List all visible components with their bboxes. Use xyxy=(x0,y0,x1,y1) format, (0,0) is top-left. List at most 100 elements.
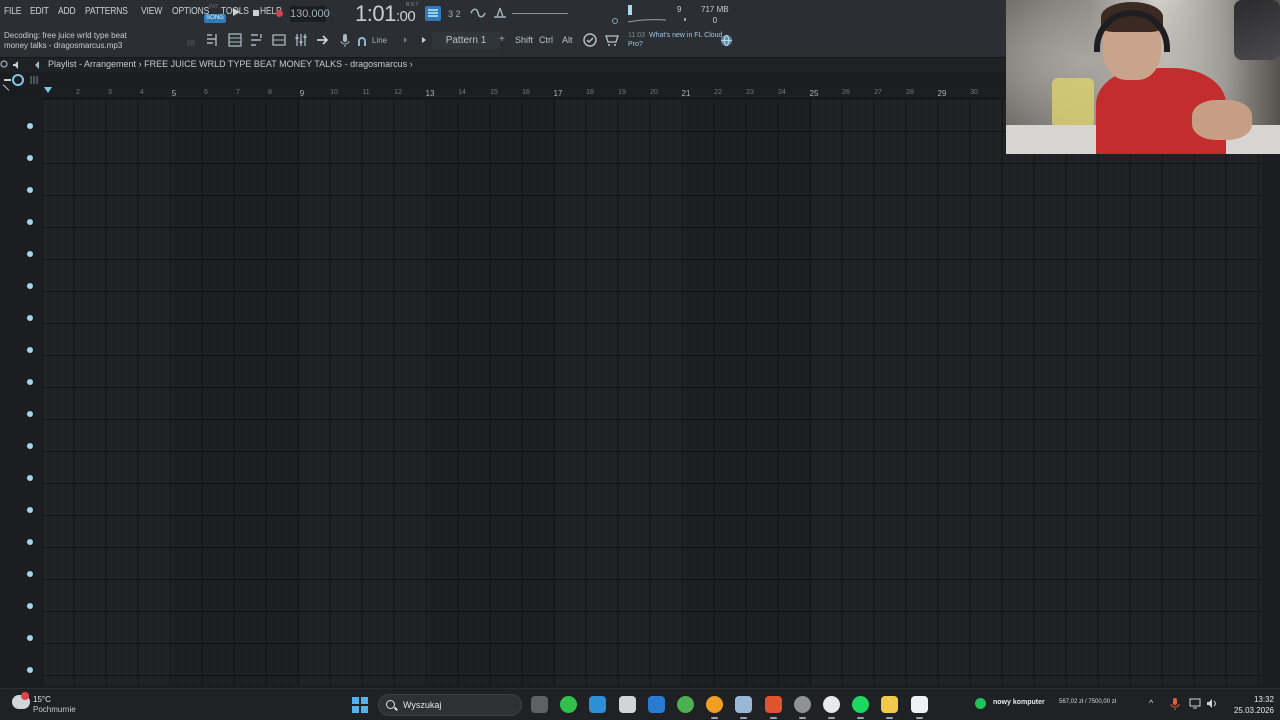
weather-temperature[interactable]: 15°C xyxy=(33,695,51,704)
snap-chevron-icon[interactable] xyxy=(404,37,407,43)
loop-record-icon[interactable] xyxy=(469,5,487,22)
ruler-tick-label: 24 xyxy=(778,89,786,96)
track-mute-indicator[interactable] xyxy=(27,315,33,321)
hint-bar: Decoding: free juice wrld type beat mone… xyxy=(4,31,154,51)
channel-rack-icon[interactable] xyxy=(249,32,265,48)
master-pan-knob[interactable] xyxy=(612,18,618,24)
track-header-column xyxy=(0,100,42,685)
cpu-value: 9 xyxy=(677,5,682,14)
explorer-icon[interactable] xyxy=(881,696,899,719)
status-label[interactable]: nowy komputer xyxy=(993,699,1045,706)
ruler-tick-label: 16 xyxy=(522,89,530,96)
messenger-icon[interactable] xyxy=(560,696,578,713)
track-mute-indicator[interactable] xyxy=(27,475,33,481)
brave-icon[interactable] xyxy=(764,696,782,719)
track-mute-indicator[interactable] xyxy=(27,251,33,257)
taskbar-search[interactable]: Wyszukaj xyxy=(378,694,522,716)
magnet-icon[interactable] xyxy=(356,36,368,48)
tray-chevron-icon[interactable]: ^ xyxy=(1149,698,1153,708)
options-arrow-icon[interactable] xyxy=(33,60,43,70)
store-icon[interactable] xyxy=(647,696,665,713)
speaker-icon[interactable] xyxy=(12,60,22,70)
menu-patterns[interactable]: PATTERNS xyxy=(85,6,128,17)
track-mute-indicator[interactable] xyxy=(27,603,33,609)
metronome-icon[interactable] xyxy=(491,5,509,22)
fl-cloud-icon[interactable] xyxy=(582,32,598,48)
ruler-tick-label: 11 xyxy=(362,89,370,96)
record-icon[interactable] xyxy=(276,10,283,17)
pattern-picker-icon[interactable] xyxy=(30,76,40,84)
ruler-tick-label: 27 xyxy=(874,89,882,96)
snap-value[interactable]: Line xyxy=(372,36,387,45)
github-icon[interactable] xyxy=(823,696,840,719)
mixer-icon[interactable] xyxy=(271,32,287,48)
track-mute-indicator[interactable] xyxy=(27,443,33,449)
spotify-icon[interactable] xyxy=(852,696,870,719)
shift-button[interactable]: Shift xyxy=(515,35,533,45)
menu-view[interactable]: VIEW xyxy=(141,6,162,17)
piano-roll-icon[interactable] xyxy=(227,32,243,48)
ruler-tick-label: 2 xyxy=(76,89,80,96)
stop-icon[interactable] xyxy=(253,10,259,16)
menu-add[interactable]: ADD xyxy=(58,6,76,17)
webcam-jar xyxy=(1052,78,1094,128)
timeline-ruler[interactable]: 2 3 4 5 6 7 8 9 10 11 12 13 14 15 16 17 18 19 20 21 22 23 24 25… xyxy=(42,88,1005,99)
zoom-icon[interactable] xyxy=(0,60,9,69)
vertical-scrollbar[interactable] xyxy=(1262,100,1280,685)
playlist-window-icon[interactable] xyxy=(205,32,221,48)
taskbar-clock[interactable]: 13:32 25.03.2026 xyxy=(1226,694,1274,716)
track-mute-indicator[interactable] xyxy=(27,667,33,673)
weather-description[interactable]: Pochmurnie xyxy=(33,705,76,714)
add-pattern-button[interactable]: + xyxy=(499,34,505,45)
tray-volume-icon[interactable] xyxy=(1206,698,1218,709)
track-mute-indicator[interactable] xyxy=(27,155,33,161)
track-mute-indicator[interactable] xyxy=(27,347,33,353)
menu-file[interactable]: FILE xyxy=(4,6,21,17)
news-panel[interactable]: 11:03 What's new in FL Cloud Pro? xyxy=(628,31,728,49)
budget-widget[interactable]: 567,02 zł / 7500,00 zł xyxy=(1059,699,1116,705)
playback-cursor-icon[interactable] xyxy=(4,73,24,87)
task-view-icon[interactable] xyxy=(531,696,548,713)
track-mute-indicator[interactable] xyxy=(27,411,33,417)
track-mute-indicator[interactable] xyxy=(27,123,33,129)
fl-studio-icon[interactable] xyxy=(706,696,724,719)
pattern-prev-icon[interactable] xyxy=(422,37,426,43)
tempo-display[interactable]: 130.000 xyxy=(290,6,330,22)
tray-display-icon[interactable] xyxy=(1189,698,1201,709)
playhead-marker[interactable] xyxy=(44,87,52,93)
windows-start-icon[interactable] xyxy=(352,697,368,713)
step-edit-icon[interactable] xyxy=(424,5,442,22)
status-indicator-icon[interactable] xyxy=(975,698,986,709)
alt-button[interactable]: Alt xyxy=(562,35,573,45)
track-mute-indicator[interactable] xyxy=(27,635,33,641)
steam-icon[interactable] xyxy=(735,696,753,719)
microphone-icon[interactable] xyxy=(337,32,353,48)
track-mute-indicator[interactable] xyxy=(27,187,33,193)
cart-icon[interactable] xyxy=(604,32,620,48)
ctrl-button[interactable]: Ctrl xyxy=(539,35,553,45)
ruler-tick-label: 26 xyxy=(842,89,850,96)
breadcrumb-end: › xyxy=(409,59,413,69)
track-mute-indicator[interactable] xyxy=(27,571,33,577)
vscode-icon[interactable] xyxy=(589,696,607,713)
tray-mic-icon[interactable] xyxy=(1170,698,1180,710)
obs-icon[interactable] xyxy=(793,696,811,719)
track-mute-indicator[interactable] xyxy=(27,219,33,225)
faders-icon[interactable] xyxy=(293,32,309,48)
track-mute-indicator[interactable] xyxy=(27,283,33,289)
ruler-tick-label: 22 xyxy=(714,89,722,96)
pattern-selector[interactable]: Pattern 1 xyxy=(432,32,500,49)
track-mute-indicator[interactable] xyxy=(27,379,33,385)
pattern-song-toggle[interactable]: PAT SONG xyxy=(204,4,226,24)
track-mute-indicator[interactable] xyxy=(27,539,33,545)
play-icon[interactable] xyxy=(233,8,240,16)
mail-icon[interactable] xyxy=(618,696,636,713)
arrow-right-icon[interactable] xyxy=(315,32,331,48)
track-mute-indicator[interactable] xyxy=(27,507,33,513)
countdown-icon[interactable]: 3 2 xyxy=(446,5,464,22)
menu-edit[interactable]: EDIT xyxy=(30,6,49,17)
chrome-icon[interactable] xyxy=(677,696,694,713)
master-pitch-slider[interactable] xyxy=(512,13,568,14)
document-icon[interactable] xyxy=(910,696,928,719)
globe-icon[interactable] xyxy=(720,34,733,47)
